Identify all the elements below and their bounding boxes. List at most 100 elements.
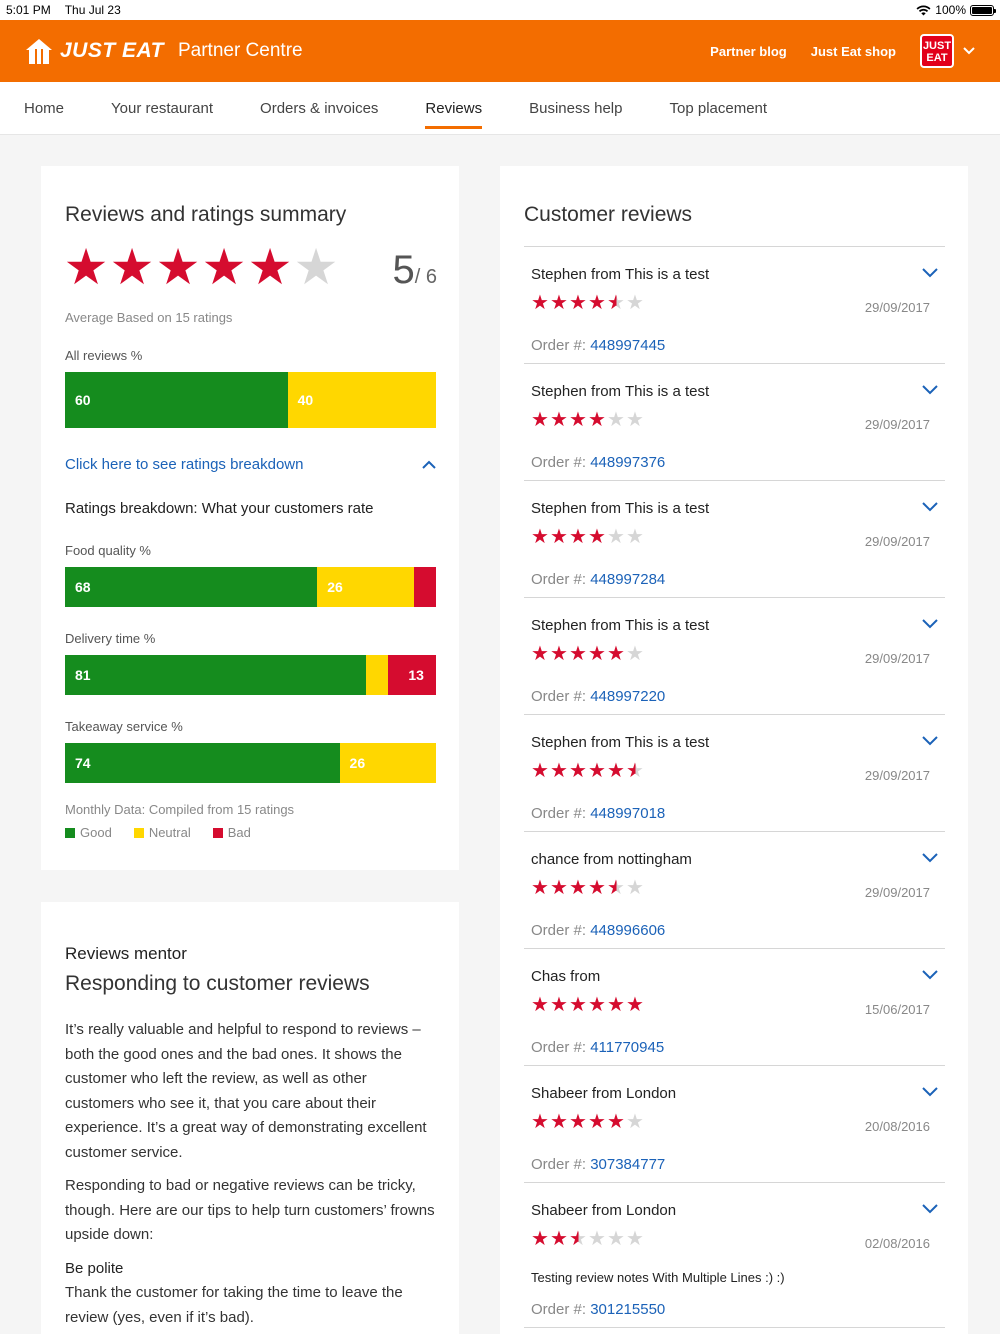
star-icon: ★ (569, 760, 587, 782)
star-icon: ★ (626, 877, 644, 899)
legend-neutral: Neutral (133, 825, 191, 840)
chevron-down-icon[interactable] (921, 381, 939, 399)
star-icon: ★ (607, 760, 625, 782)
chevron-down-icon[interactable] (921, 264, 939, 282)
score-total: / 6 (414, 266, 437, 288)
order-number-link[interactable]: 448997018 (590, 805, 665, 822)
order-number-link[interactable]: 448997220 (590, 688, 665, 705)
chevron-down-icon[interactable] (921, 1200, 939, 1218)
review-item[interactable]: Stephen from This is a test ★ ★ ★ ★ ★ ★ 29/09/2… (524, 598, 945, 715)
review-item[interactable]: Shabeer from London ★ ★ ★ ★ ★ ★ 20/08/2016 Order… (524, 1066, 945, 1183)
reviewer-name: Stephen from This is a test (531, 383, 710, 400)
order-number-link[interactable]: 448997376 (590, 454, 665, 471)
star-icon: ★ (588, 409, 606, 431)
reviewer-name: Stephen from This is a test (531, 617, 710, 634)
review-item[interactable]: Chas from ★ ★ ★ ★ ★ ★ 15/06/2017 Order #: 411770… (524, 949, 945, 1066)
review-date: 29/09/2017 (864, 417, 930, 432)
monthly-data-text: Monthly Data: Compiled from 15 ratings (65, 802, 295, 817)
order-number-link[interactable]: 301215550 (590, 1301, 665, 1318)
star-icon: ★ (531, 994, 549, 1016)
account-menu[interactable]: JUST EAT (920, 34, 976, 68)
order-label: Order #: (531, 805, 591, 822)
takeaway-service-label: Takeaway service % (65, 719, 183, 734)
legend-neutral-label: Neutral (148, 825, 191, 840)
star-icon: ★ (550, 760, 568, 782)
review-stars: ★ ★ ★ ★ ★ ★ (531, 1229, 645, 1249)
star-icon: ★ (588, 994, 606, 1016)
chevron-down-icon[interactable] (921, 1083, 939, 1101)
review-stars: ★ ★ ★ ★ ★ ★ (531, 527, 645, 547)
order-label: Order #: (531, 1301, 591, 1318)
star-icon: ★ (293, 239, 339, 295)
star-icon: ★ (588, 760, 606, 782)
legend-good: Good (65, 825, 112, 840)
star-icon: ★ (607, 643, 625, 665)
review-item[interactable]: Stephen from This is a test ★ ★ ★ ★ ★ ★ 29/09/2… (524, 715, 945, 832)
review-item[interactable]: chance from nottingham ★ ★ ★ ★ ★ ★ 29/09/2017 Or… (524, 832, 945, 949)
summary-score: 5/ 6 (393, 248, 438, 293)
review-date: 15/06/2017 (864, 1002, 930, 1017)
mentor-title: Responding to customer reviews (65, 972, 370, 995)
order-number-link[interactable]: 448997284 (590, 571, 665, 588)
reviewer-name: chance from nottingham (531, 851, 692, 868)
review-date: 02/08/2016 (864, 1236, 930, 1251)
order-number-link[interactable]: 411770945 (590, 1039, 664, 1056)
main-nav: Home Your restaurant Orders & invoices R… (0, 82, 1000, 135)
star-icon: ★ (550, 292, 568, 314)
chevron-down-icon[interactable] (921, 498, 939, 516)
chevron-down-icon[interactable] (921, 849, 939, 867)
tab-your-restaurant[interactable]: Your restaurant (111, 82, 213, 135)
order-number-link[interactable]: 307384777 (590, 1156, 665, 1173)
brand[interactable]: JUST EAT Partner Centre (24, 36, 303, 66)
star-icon: ★ (569, 409, 587, 431)
tab-home[interactable]: Home (24, 82, 64, 135)
star-icon: ★ (201, 239, 247, 295)
reviewer-name: Shabeer from London (531, 1085, 677, 1102)
tab-orders-invoices[interactable]: Orders & invoices (260, 82, 378, 135)
all-reviews-good-segment: 60 (65, 372, 288, 428)
category-1-bad-value: 13 (408, 667, 424, 683)
star-icon: ★ (155, 239, 201, 295)
review-item[interactable]: Stephen from This is a test ★ ★ ★ ★ ★ ★ 29/09/2… (524, 247, 945, 364)
star-icon: ★ (588, 1228, 606, 1250)
order-number-link[interactable]: 448997445 (590, 337, 665, 354)
chevron-down-icon[interactable] (921, 732, 939, 750)
tab-top-placement[interactable]: Top placement (670, 82, 768, 135)
star-icon: ★ (569, 643, 587, 665)
order-reference: Order #: 448997284 (531, 571, 665, 588)
review-note: Testing review notes With Multiple Lines… (531, 1270, 785, 1285)
order-label: Order #: (531, 1156, 591, 1173)
reviews-title: Customer reviews (524, 203, 693, 226)
order-label: Order #: (531, 922, 591, 939)
just-eat-shop-link[interactable]: Just Eat shop (811, 44, 896, 59)
food-quality-bar: 68 26 (65, 567, 436, 607)
review-item[interactable]: Shabeer from London ★ ★ ★ ★ ★ ★ 02/08/2016 Testi… (524, 1183, 945, 1328)
star-icon: ★ (531, 877, 549, 899)
review-item[interactable]: Stephen from This is a test ★ ★ ★ ★ ★ ★ 29/09/2… (524, 481, 945, 598)
star-icon: ★ (109, 239, 155, 295)
order-reference: Order #: 448996606 (531, 922, 665, 939)
star-icon: ★ (531, 292, 549, 314)
ratings-breakdown-toggle[interactable]: Click here to see ratings breakdown (65, 456, 437, 473)
category-2-neutral-value: 26 (349, 755, 366, 771)
partner-blog-link[interactable]: Partner blog (710, 44, 787, 59)
just-eat-badge-icon: JUST EAT (920, 34, 954, 68)
breakdown-link-text: Click here to see ratings breakdown (65, 456, 304, 473)
logo-text: JUST EAT (60, 39, 164, 62)
review-date: 29/09/2017 (864, 651, 930, 666)
all-reviews-neutral-segment: 40 (287, 372, 436, 428)
chevron-down-icon[interactable] (921, 615, 939, 633)
star-icon: ★ (569, 994, 587, 1016)
app-header: JUST EAT Partner Centre Partner blog Jus… (0, 20, 1000, 82)
chevron-down-icon[interactable] (921, 966, 939, 984)
category-1-bad-segment: 13 (387, 655, 436, 695)
review-item[interactable]: Stephen from This is a test ★ ★ ★ ★ ★ ★ 29/09/2… (524, 364, 945, 481)
tab-reviews[interactable]: Reviews (425, 82, 482, 135)
star-icon: ★ (626, 1111, 644, 1133)
tab-business-help[interactable]: Business help (529, 82, 622, 135)
delivery-time-bar: 81 13 (65, 655, 436, 695)
star-icon: ★ (569, 1228, 587, 1250)
all-reviews-neutral-value: 40 (297, 392, 314, 408)
order-number-link[interactable]: 448996606 (590, 922, 665, 939)
star-icon: ★ (588, 877, 606, 899)
